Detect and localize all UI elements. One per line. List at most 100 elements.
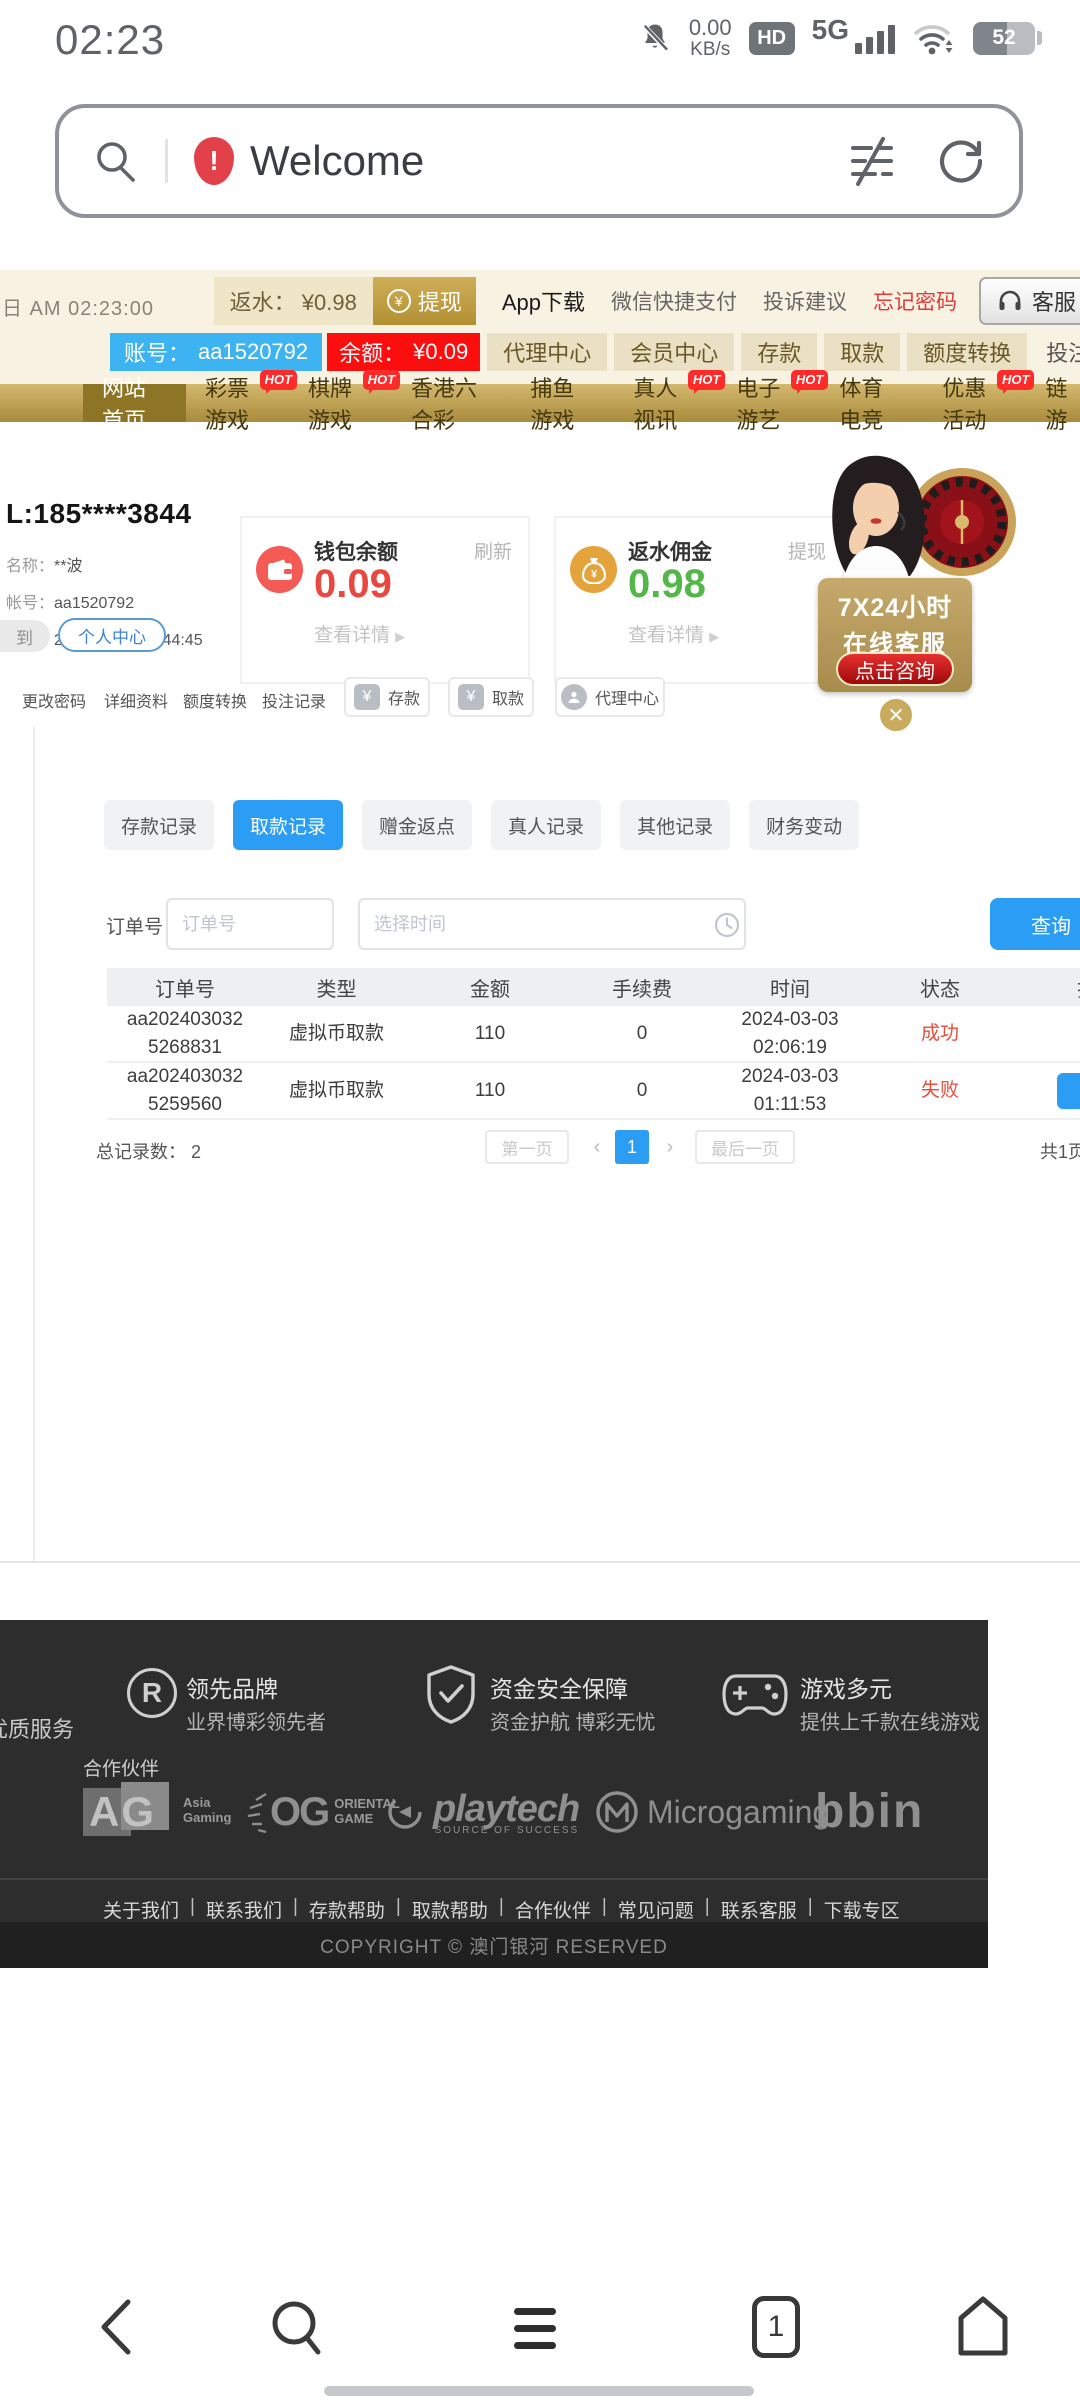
tab-other-records[interactable]: 其他记录	[620, 800, 730, 850]
view-details-link[interactable]: 查看详情 ▶	[314, 620, 405, 647]
browser-address-bar[interactable]: ! Welcome	[55, 104, 1023, 218]
footer-link-faq[interactable]: 常见问题	[618, 1896, 694, 1923]
footer-divider	[0, 1878, 988, 1880]
footer-link-contact[interactable]: 联系我们	[206, 1896, 282, 1923]
current-page-button[interactable]: 1	[615, 1130, 649, 1164]
tab-deposit-records[interactable]: 存款记录	[104, 800, 214, 850]
search-icon[interactable]	[266, 2296, 330, 2360]
security-warning-icon[interactable]: !	[194, 137, 234, 185]
tab-count-button[interactable]: 1	[752, 2296, 800, 2358]
prev-page-button[interactable]: ‹	[582, 1130, 612, 1164]
next-page-button[interactable]: ›	[655, 1130, 685, 1164]
feature-desc: 提供上千款在线游戏	[800, 1706, 980, 1735]
clock: 02:23	[55, 16, 165, 64]
cell-order-id: aa2024030325259560	[107, 1063, 263, 1120]
col-header-status: 状态	[866, 968, 1014, 1006]
battery-icon: 52	[973, 22, 1042, 55]
cell-fee: 0	[570, 1006, 714, 1063]
bet-record-link[interactable]: 投注记录	[262, 688, 326, 712]
reader-mode-icon[interactable]	[845, 135, 897, 187]
last-page-button[interactable]: 最后一页	[695, 1130, 795, 1164]
tab-withdraw-records[interactable]: 取款记录	[233, 800, 343, 850]
clock-icon	[714, 912, 740, 938]
nav-board-games[interactable]: 棋牌游戏HOT	[289, 384, 392, 422]
partner-logo-ag: AG AsiaGaming	[83, 1782, 231, 1840]
agent-center-button[interactable]: 代理中心	[487, 333, 607, 371]
wallet-icon	[256, 546, 303, 593]
col-header-time: 时间	[714, 968, 866, 1006]
rebate-amount: 返水： ¥0.98	[214, 277, 373, 325]
withdraw-button[interactable]: 取款	[824, 333, 900, 371]
gesture-bar[interactable]	[324, 2386, 754, 2396]
consult-button[interactable]: 点击咨询	[836, 652, 954, 686]
shield-check-icon	[424, 1664, 478, 1724]
back-icon[interactable]	[92, 2294, 142, 2360]
arrow-right-icon: ▶	[709, 629, 719, 644]
view-button[interactable]: 查看	[1057, 1073, 1080, 1109]
page-divider	[0, 1561, 1080, 1563]
wechat-pay-link[interactable]: 微信快捷支付	[611, 286, 737, 316]
withdraw-quick-button[interactable]: ¥ 提现	[373, 277, 476, 325]
footer-link-deposit-help[interactable]: 存款帮助	[309, 1896, 385, 1923]
view-details-link[interactable]: 查看详情 ▶	[628, 620, 719, 647]
close-icon[interactable]: ✕	[877, 696, 915, 734]
withdraw-action-button[interactable]: ¥ 取款	[448, 677, 534, 717]
customer-service-button[interactable]: 客服	[979, 277, 1080, 325]
time-range-input[interactable]	[358, 898, 746, 950]
nav-slots[interactable]: 电子游艺HOT	[717, 384, 820, 422]
site-label[interactable]: Welcome	[250, 137, 424, 185]
quota-transfer-button[interactable]: 额度转换	[907, 333, 1027, 371]
main-nav: 网站首页 彩票游戏HOT 棋牌游戏HOT 香港六合彩 捕鱼游戏 真人视讯HOT …	[0, 384, 1080, 422]
menu-icon[interactable]	[512, 2306, 570, 2352]
nav-live-casino[interactable]: 真人视讯HOT	[614, 384, 717, 422]
complaint-link[interactable]: 投诉建议	[763, 286, 847, 316]
search-button[interactable]: 查询	[990, 898, 1080, 950]
footer-link-about[interactable]: 关于我们	[103, 1896, 179, 1923]
search-icon[interactable]	[93, 138, 139, 184]
partner-logo-microgaming: Microgaming	[595, 1790, 830, 1834]
forgot-password-link[interactable]: 忘记密码	[873, 286, 957, 316]
nav-sports[interactable]: 体育电竞	[820, 384, 923, 422]
bet-record-link[interactable]: 投注记录	[1046, 333, 1080, 371]
nav-fishing[interactable]: 捕鱼游戏	[511, 384, 614, 422]
home-icon[interactable]	[952, 2294, 1014, 2360]
svg-text:¥: ¥	[590, 568, 597, 580]
footer-link-withdraw-help[interactable]: 取款帮助	[412, 1896, 488, 1923]
deposit-action-button[interactable]: ¥ 存款	[344, 677, 430, 717]
first-page-button[interactable]: 第一页	[485, 1130, 569, 1164]
order-no-input[interactable]	[166, 898, 334, 950]
tab-bonus-rebate[interactable]: 赠金返点	[362, 800, 472, 850]
personal-center-button[interactable]: 个人中心	[58, 618, 166, 652]
hostess-roulette-image	[812, 450, 1024, 590]
playtech-swirl-icon	[385, 1792, 425, 1832]
footer-link-download[interactable]: 下载专区	[824, 1896, 900, 1923]
col-header-type: 类型	[263, 968, 410, 1006]
agent-center-action-button[interactable]: 代理中心	[555, 677, 665, 717]
change-password-link[interactable]: 更改密码	[22, 688, 86, 712]
member-name-row: 名称：**波	[6, 552, 82, 576]
panel-border	[33, 726, 35, 1563]
nav-home[interactable]: 网站首页	[83, 384, 186, 422]
cell-status: 失败	[866, 1063, 1014, 1120]
footer-link-partners[interactable]: 合作伙伴	[515, 1896, 591, 1923]
page-info-text: 共1页/2	[1040, 1138, 1080, 1164]
tab-finance-changes[interactable]: 财务变动	[749, 800, 859, 850]
tab-live-records[interactable]: 真人记录	[491, 800, 601, 850]
nav-chain-games[interactable]: 链游	[1026, 384, 1080, 422]
app-download-link[interactable]: App下载	[502, 285, 585, 317]
checkin-button[interactable]: 到	[0, 620, 50, 652]
deposit-button[interactable]: 存款	[741, 333, 817, 371]
refresh-icon[interactable]	[937, 137, 985, 185]
quota-transfer-link[interactable]: 额度转换	[183, 688, 247, 712]
nav-hk-mark6[interactable]: 香港六合彩	[392, 384, 511, 422]
refresh-balance-link[interactable]: 刷新	[474, 537, 512, 564]
yen-icon: ¥	[458, 684, 484, 710]
member-center-button[interactable]: 会员中心	[614, 333, 734, 371]
record-tabs: 存款记录 取款记录 赠金返点 真人记录 其他记录 财务变动	[104, 800, 859, 850]
footer-link-cs[interactable]: 联系客服	[721, 1896, 797, 1923]
profile-link[interactable]: 详细资料	[104, 688, 168, 712]
member-account-row: 帐号：aa1520792	[6, 589, 134, 613]
cell-status: 成功	[866, 1006, 1014, 1063]
nav-lottery[interactable]: 彩票游戏HOT	[186, 384, 289, 422]
nav-promotions[interactable]: 优惠活动HOT	[923, 384, 1026, 422]
